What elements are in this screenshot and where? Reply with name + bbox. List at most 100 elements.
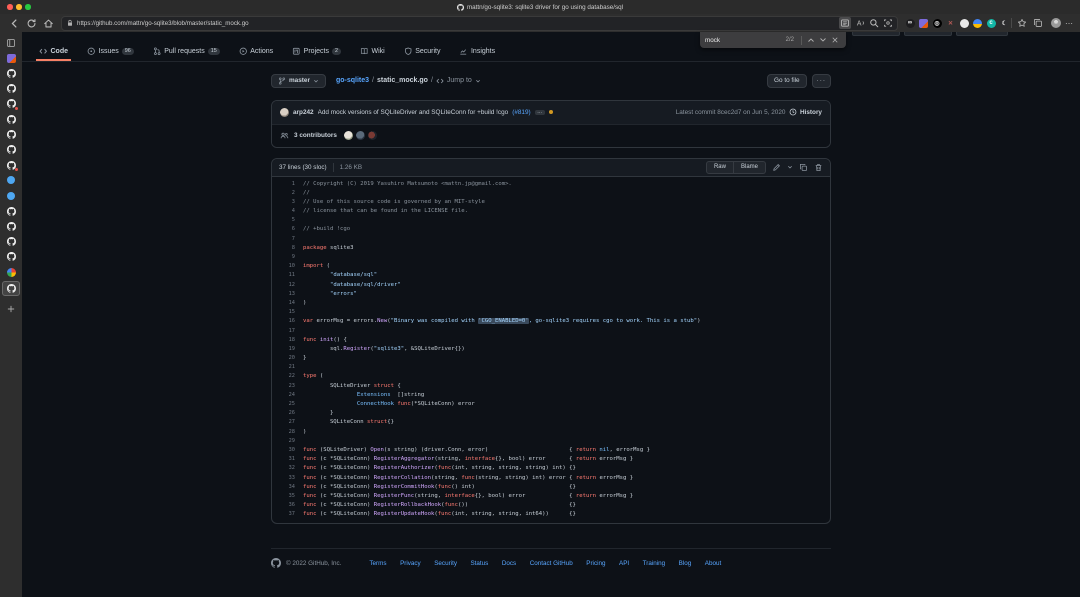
find-query-input[interactable]: mock <box>705 37 786 44</box>
line-number[interactable]: 6 <box>272 225 303 234</box>
web-capture-icon[interactable] <box>883 18 893 28</box>
tab-wiki[interactable]: Wiki <box>357 45 388 61</box>
contributor-avatar[interactable] <box>356 131 365 140</box>
line-number[interactable]: 2 <box>272 189 303 198</box>
line-number[interactable]: 25 <box>272 400 303 409</box>
footer-link-privacy[interactable]: Privacy <box>400 560 421 567</box>
line-number[interactable]: 7 <box>272 235 303 244</box>
line-number[interactable]: 18 <box>272 336 303 345</box>
collections-icon[interactable] <box>1033 18 1043 28</box>
line-number[interactable]: 13 <box>272 290 303 299</box>
line-number[interactable]: 31 <box>272 455 303 464</box>
browser-tab-site-colorful[interactable] <box>3 265 19 279</box>
tab-actions[interactable]: Actions <box>236 45 276 61</box>
line-number[interactable]: 34 <box>272 483 303 492</box>
edit-pencil-icon[interactable] <box>772 163 781 172</box>
line-number[interactable]: 30 <box>272 446 303 455</box>
footer-link-terms[interactable]: Terms <box>369 560 386 567</box>
extension-teal-c-icon[interactable]: c <box>987 19 996 28</box>
line-number[interactable]: 36 <box>272 501 303 510</box>
close-window-button[interactable] <box>7 4 13 10</box>
reader-mode-button[interactable] <box>839 17 851 29</box>
line-number[interactable]: 8 <box>272 244 303 253</box>
copy-icon[interactable] <box>799 163 808 172</box>
line-number[interactable]: 12 <box>272 281 303 290</box>
line-number[interactable]: 14 <box>272 299 303 308</box>
line-number[interactable]: 20 <box>272 354 303 363</box>
line-number[interactable]: 3 <box>272 198 303 207</box>
find-next-icon[interactable] <box>819 36 827 44</box>
contributors-label[interactable]: 3 contributors <box>294 132 337 139</box>
tab-projects[interactable]: Projects2 <box>289 45 344 61</box>
lock-icon[interactable] <box>66 19 74 27</box>
footer-link-contact-github[interactable]: Contact GitHub <box>530 560 573 567</box>
line-number[interactable]: 5 <box>272 216 303 225</box>
line-number[interactable]: 33 <box>272 474 303 483</box>
commit-description-toggle[interactable]: … <box>535 110 545 115</box>
browser-tab-site-purple[interactable] <box>3 51 19 65</box>
browser-tab-site-blue[interactable] <box>3 174 19 188</box>
line-number[interactable]: 11 <box>272 271 303 280</box>
url-text[interactable]: https://github.com/mattn/go-sqlite3/blob… <box>77 20 839 27</box>
tab-pull-requests[interactable]: Pull requests15 <box>150 45 223 61</box>
jump-to-label[interactable]: Jump to <box>447 77 472 84</box>
extension-infinity-icon[interactable]: ∞ <box>906 19 915 28</box>
tab-security[interactable]: Security <box>401 45 444 61</box>
footer-link-docs[interactable]: Docs <box>502 560 516 567</box>
commit-message[interactable]: Add mock versions of SQLiteDriver and SQ… <box>318 109 509 116</box>
find-on-page-icon[interactable] <box>869 18 879 28</box>
footer-link-security[interactable]: Security <box>434 560 457 567</box>
refresh-icon[interactable] <box>26 18 37 29</box>
commit-author-name[interactable]: arp242 <box>293 109 314 116</box>
extension-white-icon[interactable] <box>960 19 969 28</box>
browser-tab-github[interactable] <box>3 112 19 126</box>
line-number[interactable]: 17 <box>272 327 303 336</box>
line-number[interactable]: 19 <box>272 345 303 354</box>
vertical-tabs-toggle-button[interactable] <box>3 36 19 50</box>
browser-tab-github[interactable] <box>3 235 19 249</box>
line-number[interactable]: 4 <box>272 207 303 216</box>
browser-tab-github-selected[interactable] <box>2 281 20 297</box>
breadcrumb-repo-link[interactable]: go-sqlite3 <box>336 77 369 84</box>
edit-dropdown-chevron-icon[interactable] <box>787 164 793 170</box>
footer-link-about[interactable]: About <box>705 560 721 567</box>
commit-status-pending-dot[interactable] <box>549 110 553 114</box>
zoom-window-button[interactable] <box>25 4 31 10</box>
line-number[interactable]: 24 <box>272 391 303 400</box>
extension-blue-yellow-icon[interactable] <box>973 19 982 28</box>
line-number[interactable]: 32 <box>272 464 303 473</box>
find-close-icon[interactable] <box>831 36 839 44</box>
line-number[interactable]: 28 <box>272 428 303 437</box>
extension-disabled-x-icon[interactable]: ✕ <box>946 19 955 28</box>
browser-tab-github[interactable] <box>3 82 19 96</box>
read-aloud-icon[interactable]: A <box>855 18 865 28</box>
home-icon[interactable] <box>43 18 54 29</box>
line-number[interactable]: 35 <box>272 492 303 501</box>
footer-link-blog[interactable]: Blog <box>679 560 692 567</box>
line-number[interactable]: 10 <box>272 262 303 271</box>
browser-settings-menu-icon[interactable]: ⋯ <box>1065 19 1074 28</box>
delete-trash-icon[interactable] <box>814 163 823 172</box>
new-tab-button[interactable] <box>3 302 19 316</box>
browser-tab-site-blue[interactable] <box>3 189 19 203</box>
browser-tab-github[interactable] <box>3 97 19 111</box>
back-icon[interactable] <box>9 18 20 29</box>
go-to-file-button[interactable]: Go to file <box>767 74 807 88</box>
contributor-avatar[interactable] <box>368 131 377 140</box>
tab-code[interactable]: Code <box>36 45 71 61</box>
footer-link-pricing[interactable]: Pricing <box>586 560 605 567</box>
browser-tab-github[interactable] <box>3 158 19 172</box>
line-number[interactable]: 37 <box>272 510 303 519</box>
line-number[interactable]: 9 <box>272 253 303 262</box>
browser-tab-github[interactable] <box>3 143 19 157</box>
history-link[interactable]: History <box>789 108 822 116</box>
commit-author-avatar[interactable] <box>280 108 289 117</box>
line-number[interactable]: 26 <box>272 409 303 418</box>
footer-link-training[interactable]: Training <box>643 560 666 567</box>
favorites-icon[interactable] <box>1017 18 1027 28</box>
browser-profile-avatar[interactable] <box>1051 18 1061 28</box>
browser-tab-github[interactable] <box>3 128 19 142</box>
extension-dark-ring-icon[interactable]: ◎ <box>933 19 942 28</box>
browser-tab-github[interactable] <box>3 250 19 264</box>
tab-insights[interactable]: Insights <box>456 45 498 61</box>
